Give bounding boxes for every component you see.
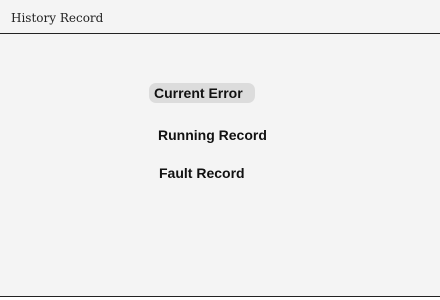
menu-item-fault-record[interactable]: Fault Record bbox=[159, 163, 245, 183]
page-title: History Record bbox=[11, 11, 104, 25]
history-menu: Current Error Running Record Fault Recor… bbox=[0, 34, 440, 296]
menu-item-running-record[interactable]: Running Record bbox=[158, 125, 267, 145]
history-record-screen: History Record Current Error Running Rec… bbox=[0, 0, 440, 300]
menu-item-current-error[interactable]: Current Error bbox=[149, 83, 255, 103]
bottom-divider bbox=[0, 296, 440, 297]
header-bar: History Record bbox=[0, 0, 440, 34]
